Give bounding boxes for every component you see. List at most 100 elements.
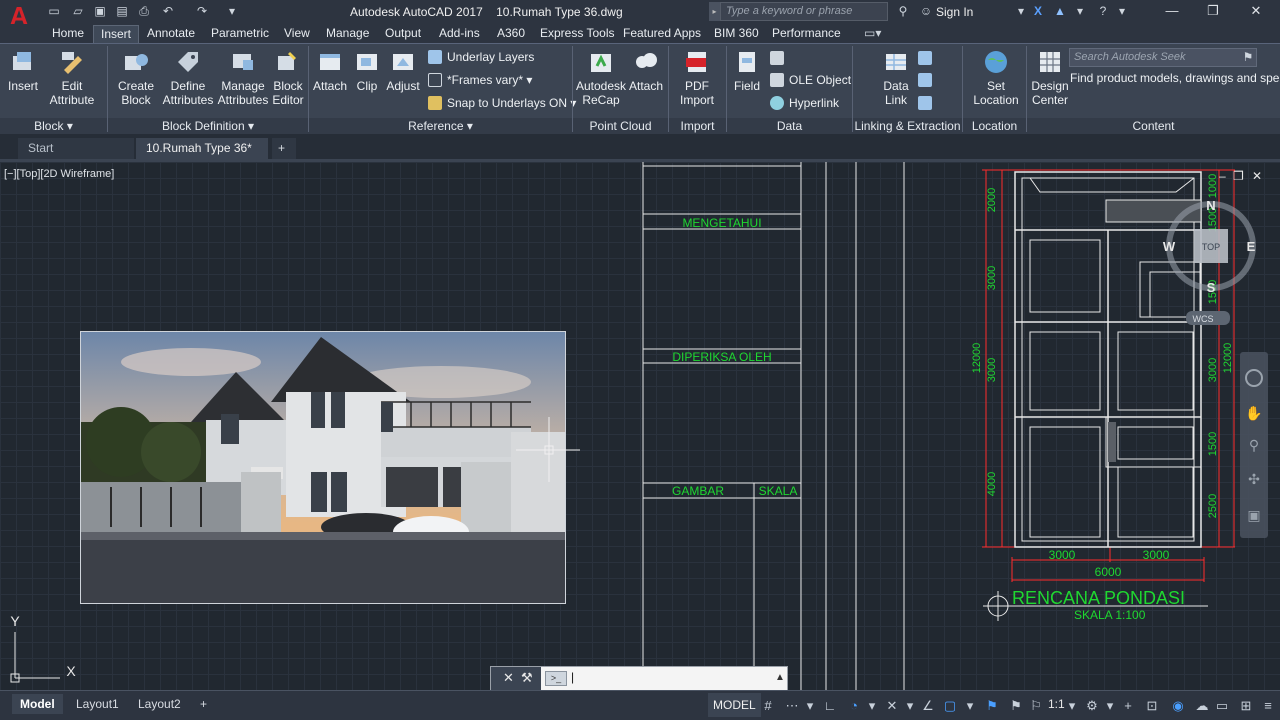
seek-search-input[interactable]: Search Autodesk Seek	[1069, 48, 1257, 67]
grid-icon[interactable]: #	[760, 698, 776, 714]
hyperlink-button[interactable]: Hyperlink	[770, 95, 839, 111]
polar-dropdown-icon[interactable]: ▾	[864, 698, 880, 714]
tab-add-ins[interactable]: Add-ins	[432, 25, 487, 43]
customize-qat-icon[interactable]: ▾	[224, 3, 240, 19]
clean-screen-icon[interactable]: ▭	[1214, 698, 1230, 714]
sign-in-link[interactable]: Sign In	[936, 5, 973, 19]
help-dropdown-icon[interactable]: ▾	[1114, 3, 1130, 19]
redo-icon[interactable]: ↷	[194, 3, 210, 19]
polar-tracking-icon[interactable]: ◔	[846, 698, 862, 714]
define-attributes-button[interactable]: Define Attributes	[162, 48, 214, 107]
panel-title-reference[interactable]: Reference ▾	[309, 118, 572, 135]
block-editor-button[interactable]: Block Editor	[270, 48, 306, 107]
upload-to-source-button[interactable]	[918, 95, 937, 111]
auto-scale-icon[interactable]: ⚑	[1008, 698, 1024, 714]
frames-vary-dropdown[interactable]: *Frames vary* ▾	[428, 72, 532, 88]
attach-button[interactable]: Attach	[312, 48, 348, 93]
annotation-scale-value[interactable]: 1:1	[1048, 697, 1065, 711]
clip-button[interactable]: Clip	[352, 48, 382, 93]
data-link-button[interactable]: Data Link	[878, 48, 914, 107]
extract-data-button[interactable]	[918, 50, 937, 66]
undo-icon[interactable]: ↶	[160, 3, 176, 19]
isolate-objects-icon[interactable]: ◉	[1170, 698, 1186, 714]
snap-to-underlays-dropdown[interactable]: Snap to Underlays ON ▾	[428, 95, 576, 111]
update-fields-button[interactable]	[770, 50, 789, 66]
save-as-icon[interactable]: ▤	[114, 3, 130, 19]
scale-dropdown-icon[interactable]: ▾	[1064, 698, 1080, 714]
download-from-source-button[interactable]	[918, 72, 937, 88]
navigation-bar[interactable]: ✋ ⚲ ✣ ▣	[1240, 352, 1268, 538]
user-icon[interactable]: ☺	[918, 3, 934, 19]
isodraft-dropdown-icon[interactable]: ▾	[902, 698, 918, 714]
restore-icon[interactable]: ❐	[1198, 2, 1228, 20]
tab-performance[interactable]: Performance	[765, 25, 848, 43]
recent-commands-icon[interactable]: >_	[545, 671, 567, 686]
create-block-button[interactable]: Create Block	[114, 48, 158, 107]
panel-title-block[interactable]: Block ▾	[0, 118, 107, 135]
close-icon[interactable]: ✕	[1241, 2, 1271, 20]
file-tab-start[interactable]: Start	[18, 138, 134, 159]
snap-mode-icon[interactable]: ⋯	[784, 698, 800, 714]
stay-connected-dropdown-icon[interactable]: ▾	[1072, 3, 1088, 19]
add-layout-button[interactable]: +	[192, 694, 215, 714]
new-file-icon[interactable]: ▭	[46, 3, 62, 19]
sign-in-dropdown-icon[interactable]: ▾	[1013, 3, 1029, 19]
pdf-import-button[interactable]: PDF Import	[678, 48, 716, 107]
tab-parametric[interactable]: Parametric	[204, 25, 276, 43]
ole-object-button[interactable]: OLE Object	[770, 72, 851, 88]
workspace-dropdown-icon[interactable]: ▾	[1102, 698, 1118, 714]
tab-express-tools[interactable]: Express Tools	[533, 25, 621, 43]
seek-search-icon[interactable]: ⚑	[1240, 49, 1256, 65]
tab-view[interactable]: View	[277, 25, 317, 43]
panel-title-block-definition[interactable]: Block Definition ▾	[108, 118, 308, 135]
command-line[interactable]: ✕ ⚒ >_ | ▲	[490, 666, 788, 691]
annotation-monitor-icon[interactable]: +	[1120, 698, 1136, 714]
tab-annotate[interactable]: Annotate	[140, 25, 202, 43]
edit-attribute-button[interactable]: Edit Attribute	[46, 48, 98, 107]
adjust-button[interactable]: Adjust	[385, 48, 421, 93]
tab-insert[interactable]: Insert	[93, 25, 140, 43]
insert-button[interactable]: Insert	[4, 48, 42, 93]
viewport-minimize-icon[interactable]: –	[1219, 169, 1226, 183]
drawing-area[interactable]: [−][Top][2D Wireframe] 2000 3000 12000 3…	[0, 162, 1280, 690]
binoculars-icon[interactable]: ⚲	[895, 3, 911, 19]
manage-attributes-button[interactable]: Manage Attributes	[216, 48, 270, 107]
plot-icon[interactable]: ⎙	[136, 3, 152, 19]
command-history-icon[interactable]: ▲	[775, 672, 785, 683]
annotation-visibility-icon[interactable]: ⚑	[984, 698, 1000, 714]
customization-icon[interactable]: ≡	[1260, 698, 1276, 714]
open-file-icon[interactable]: ▱	[70, 3, 86, 19]
annotation-scale-icon[interactable]: ⚐	[1028, 698, 1044, 714]
fullscreen-icon[interactable]: ⊞	[1238, 698, 1254, 714]
customize-icon[interactable]: ⚒	[521, 670, 533, 686]
units-icon[interactable]: ⊡	[1144, 698, 1160, 714]
layout-tab-layout2[interactable]: Layout2	[130, 694, 189, 714]
layout-tab-layout1[interactable]: Layout1	[68, 694, 127, 714]
ribbon-options-icon[interactable]: ▭▾	[864, 25, 881, 41]
tab-bim360[interactable]: BIM 360	[707, 25, 766, 43]
tab-a360[interactable]: A360	[490, 25, 532, 43]
close-command-line-icon[interactable]: ✕	[503, 670, 514, 686]
tab-featured-apps[interactable]: Featured Apps	[616, 25, 708, 43]
field-button[interactable]: Field	[732, 48, 762, 93]
help-icon[interactable]: ?	[1095, 3, 1111, 19]
model-space-toggle[interactable]: MODEL	[708, 693, 761, 717]
isodraft-icon[interactable]: ✕	[884, 698, 900, 714]
new-tab-button[interactable]: +	[272, 138, 296, 159]
hardware-acceleration-icon[interactable]: ☁	[1194, 698, 1210, 714]
object-snap-dropdown-icon[interactable]: ▾	[962, 698, 978, 714]
save-icon[interactable]: ▣	[92, 3, 108, 19]
viewport-restore-icon[interactable]: ❐	[1233, 169, 1244, 183]
ortho-icon[interactable]: ∟	[822, 698, 838, 714]
search-input[interactable]: Type a keyword or phrase	[720, 2, 888, 21]
underlay-layers-button[interactable]: Underlay Layers	[428, 49, 534, 65]
file-tab-current[interactable]: 10.Rumah Type 36* ✕	[136, 138, 268, 176]
workspace-gear-icon[interactable]: ⚙	[1084, 698, 1100, 714]
autodesk-recap-button[interactable]: Autodesk ReCap	[576, 48, 626, 107]
stay-connected-icon[interactable]: ▲	[1052, 3, 1068, 19]
viewport-close-icon[interactable]: ✕	[1252, 169, 1262, 183]
object-snap-tracking-icon[interactable]: ∠	[920, 698, 936, 714]
set-location-button[interactable]: Set Location	[972, 48, 1020, 107]
object-snap-icon[interactable]: ▢	[942, 698, 958, 714]
tab-output[interactable]: Output	[378, 25, 428, 43]
